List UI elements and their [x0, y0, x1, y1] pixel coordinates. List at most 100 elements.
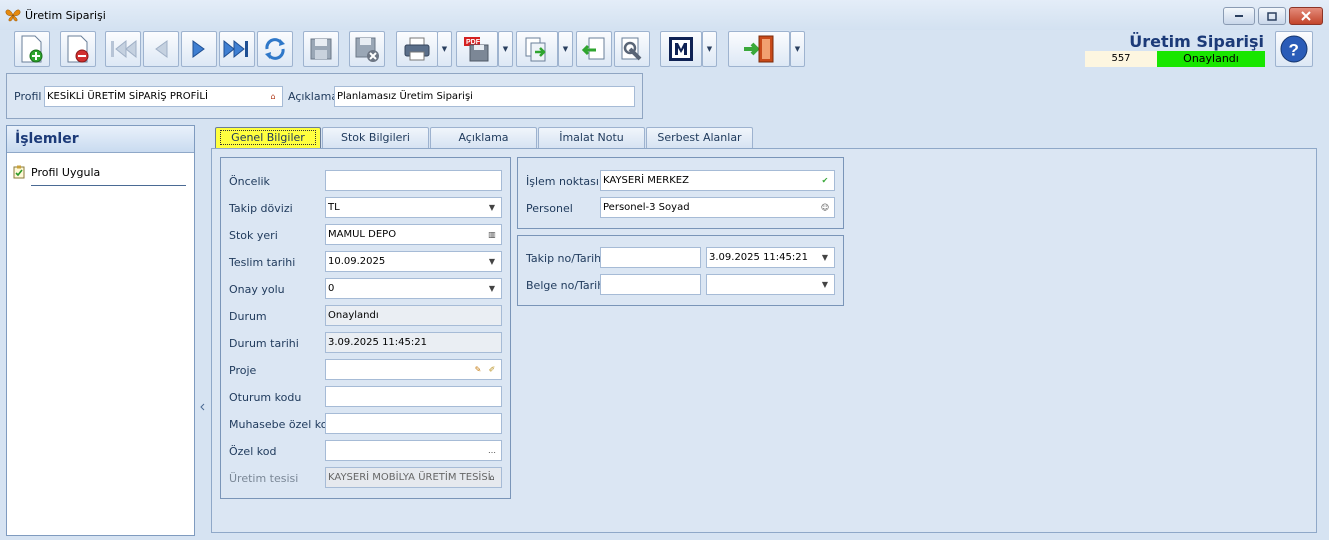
- tracking-group: Takip no/Tarih 3.09.2025 11:45:21 ▼ Belge…: [517, 235, 844, 306]
- panel-splitter[interactable]: [198, 125, 206, 536]
- takip-dovizi-select[interactable]: TL ▼: [325, 197, 502, 218]
- onay-yolu-select[interactable]: 0 ▼: [325, 278, 502, 299]
- ozel-kod-field[interactable]: …: [325, 440, 502, 461]
- muhasebe-ozel-kod-field[interactable]: [325, 413, 502, 434]
- chevron-down-icon[interactable]: ▼: [486, 255, 498, 267]
- location-group: İşlem noktası KAYSERİ MERKEZ ✔ Personel P…: [517, 157, 844, 229]
- belge-no-label: Belge no/Tarih: [526, 279, 605, 292]
- takip-dovizi-label: Takip dövizi: [229, 202, 293, 215]
- last-record-button[interactable]: [219, 31, 255, 67]
- takip-no-field[interactable]: [600, 247, 701, 268]
- delete-document-icon: [64, 34, 92, 64]
- tab-serbest-alanlar[interactable]: Serbest Alanlar: [646, 127, 753, 149]
- next-record-button[interactable]: [181, 31, 217, 67]
- person-lookup-icon[interactable]: ☺: [819, 201, 831, 213]
- profile-value: KESİKLİ ÜRETİM SİPARİŞ PROFİLİ: [47, 91, 208, 102]
- proje-label: Proje: [229, 364, 257, 377]
- barcode-icon[interactable]: ▥: [486, 228, 498, 240]
- teslim-tarihi-value: 10.09.2025: [328, 256, 386, 267]
- import-icon: [580, 35, 608, 63]
- next-record-icon: [188, 38, 210, 60]
- personel-field[interactable]: Personel-3 Soyad ☺: [600, 197, 835, 218]
- chevron-down-icon[interactable]: ▼: [819, 278, 831, 290]
- double-check-icon[interactable]: ✔: [819, 174, 831, 186]
- pdf-export-button[interactable]: PDF: [456, 31, 498, 67]
- oncelik-field[interactable]: [325, 170, 502, 191]
- document-number: 557: [1085, 51, 1157, 67]
- new-button[interactable]: [14, 31, 50, 67]
- factory-icon[interactable]: ⌂: [267, 90, 279, 102]
- oturum-kodu-field[interactable]: [325, 386, 502, 407]
- refresh-button[interactable]: [257, 31, 293, 67]
- refresh-icon: [261, 35, 289, 63]
- chevron-down-icon[interactable]: ▼: [486, 282, 498, 294]
- stok-yeri-field[interactable]: MAMUL DEPO ▥: [325, 224, 502, 245]
- sidebar-item-profil-uygula[interactable]: Profil Uygula: [31, 166, 100, 179]
- settings-button[interactable]: [614, 31, 650, 67]
- print-button[interactable]: [396, 31, 438, 67]
- last-record-icon: [222, 38, 252, 60]
- svg-text:?: ?: [1289, 41, 1299, 60]
- butterfly-app-icon: [5, 8, 21, 22]
- proje-field[interactable]: ✎ ✐: [325, 359, 502, 380]
- takip-date-value: 3.09.2025 11:45:21: [709, 252, 808, 263]
- description-field[interactable]: Planlamasız Üretim Siparişi: [334, 86, 635, 107]
- save-close-button[interactable]: [349, 31, 385, 67]
- close-button[interactable]: [1289, 7, 1323, 25]
- onay-yolu-label: Onay yolu: [229, 283, 285, 296]
- chevron-down-icon[interactable]: ▼: [819, 251, 831, 263]
- first-record-button[interactable]: [105, 31, 141, 67]
- export-icon: [523, 35, 551, 63]
- import-button[interactable]: [576, 31, 612, 67]
- new-document-icon: [18, 34, 46, 64]
- profile-section: Profil KESİKLİ ÜRETİM SİPARİŞ PROFİLİ ⌂ …: [6, 73, 643, 119]
- exit-dropdown[interactable]: ▼: [790, 31, 805, 67]
- maximize-button[interactable]: [1258, 7, 1286, 25]
- minimize-button[interactable]: [1223, 7, 1255, 25]
- save-icon: [308, 36, 334, 62]
- stok-yeri-label: Stok yeri: [229, 229, 278, 242]
- delete-button[interactable]: [60, 31, 96, 67]
- belge-date-field[interactable]: ▼: [706, 274, 835, 295]
- sidebar-divider: [31, 185, 186, 186]
- operations-header: İşlemler: [7, 126, 194, 153]
- help-button[interactable]: ?: [1275, 31, 1313, 67]
- profile-field[interactable]: KESİKLİ ÜRETİM SİPARİŞ PROFİLİ ⌂: [44, 86, 283, 107]
- apply-profile-icon: [13, 165, 26, 182]
- belge-no-field[interactable]: [600, 274, 701, 295]
- previous-record-button[interactable]: [143, 31, 179, 67]
- takip-date-field[interactable]: 3.09.2025 11:45:21 ▼: [706, 247, 835, 268]
- m-button[interactable]: [660, 31, 702, 67]
- tab-genel-bilgiler-label: Genel Bilgiler: [220, 130, 316, 145]
- save-button[interactable]: [303, 31, 339, 67]
- tab-stok-bilgileri[interactable]: Stok Bilgileri: [322, 127, 429, 149]
- m-dropdown[interactable]: ▼: [702, 31, 717, 67]
- print-dropdown[interactable]: ▼: [437, 31, 452, 67]
- export-dropdown[interactable]: ▼: [558, 31, 573, 67]
- title-bar: Üretim Siparişi: [0, 0, 1329, 30]
- pdf-dropdown[interactable]: ▼: [498, 31, 513, 67]
- save-close-icon: [353, 35, 381, 63]
- durum-label: Durum: [229, 310, 267, 323]
- ellipsis-icon[interactable]: …: [486, 444, 498, 456]
- personel-label: Personel: [526, 202, 573, 215]
- exit-door-icon: [742, 34, 776, 64]
- exit-button[interactable]: [728, 31, 790, 67]
- export-button[interactable]: [516, 31, 558, 67]
- window-title: Üretim Siparişi: [25, 9, 106, 22]
- onay-yolu-value: 0: [328, 283, 335, 294]
- edit-note-icon[interactable]: ✐: [486, 363, 498, 375]
- oturum-kodu-label: Oturum kodu: [229, 391, 302, 404]
- pencil-icon[interactable]: ✎: [472, 363, 484, 375]
- teslim-tarihi-field[interactable]: 10.09.2025 ▼: [325, 251, 502, 272]
- chevron-down-icon[interactable]: ▼: [486, 201, 498, 213]
- islem-noktasi-field[interactable]: KAYSERİ MERKEZ ✔: [600, 170, 835, 191]
- uretim-tesisi-label: Üretim tesisi: [229, 472, 299, 485]
- pdf-export-icon: PDF: [462, 35, 492, 63]
- tab-imalat-notu[interactable]: İmalat Notu: [538, 127, 645, 149]
- uretim-tesisi-field: KAYSERİ MOBİLYA ÜRETİM TESİSİ ⌂: [325, 467, 502, 488]
- print-icon: [402, 36, 432, 62]
- tab-genel-bilgiler[interactable]: Genel Bilgiler: [215, 127, 321, 149]
- uretim-tesisi-value: KAYSERİ MOBİLYA ÜRETİM TESİSİ: [328, 472, 491, 483]
- tab-aciklama[interactable]: Açıklama: [430, 127, 537, 149]
